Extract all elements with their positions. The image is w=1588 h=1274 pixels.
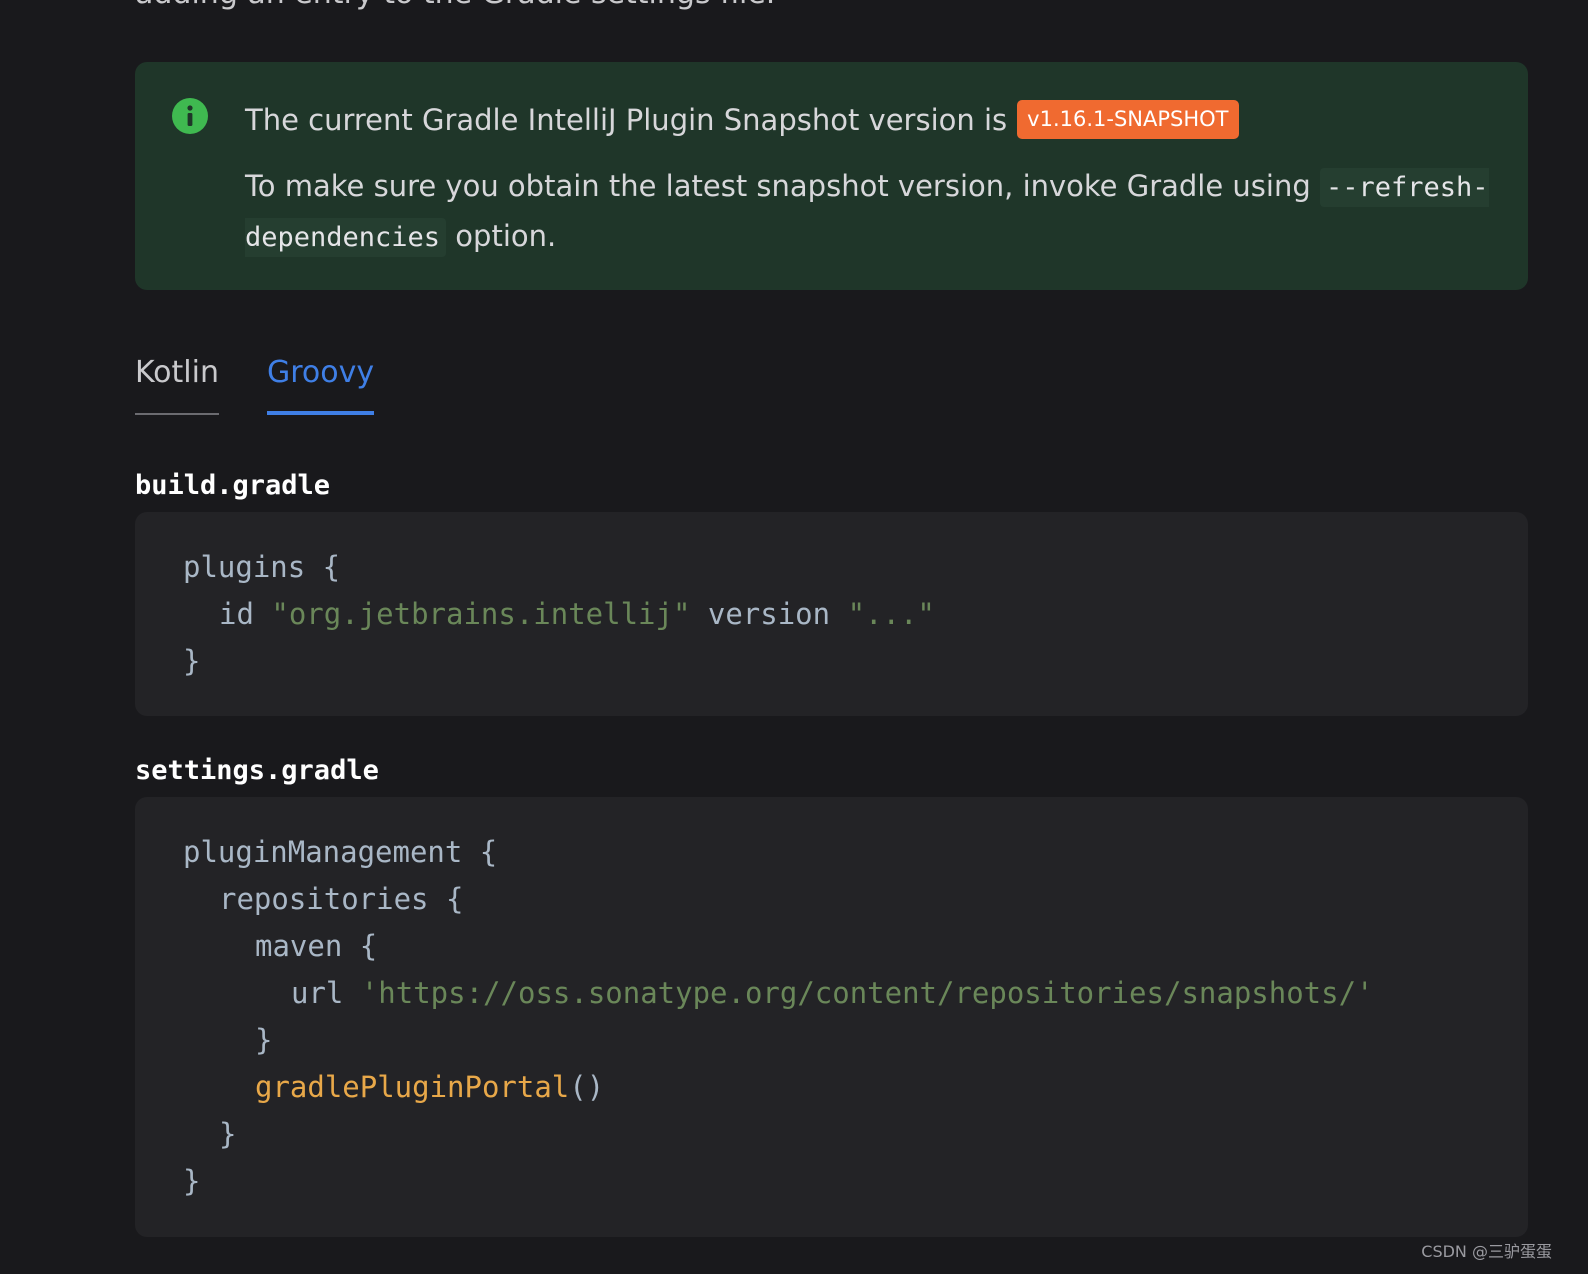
- note-version-text: The current Gradle IntelliJ Plugin Snaps…: [245, 102, 1008, 137]
- note-refresh-text-before: To make sure you obtain the latest snaps…: [245, 169, 1320, 203]
- code-string: "org.jetbrains.intellij": [271, 597, 691, 631]
- code-line: }: [183, 1164, 201, 1198]
- settings-code-block: pluginManagement { repositories { maven …: [135, 797, 1528, 1237]
- code-line: plugins {: [183, 550, 341, 584]
- code-line: maven {: [255, 929, 378, 963]
- intro-text-cutoff: adding an entry to the Gradle settings f…: [135, 0, 775, 11]
- code-function: gradlePluginPortal: [255, 1070, 570, 1104]
- build-file-title: build.gradle: [135, 470, 331, 501]
- info-note: The current Gradle IntelliJ Plugin Snaps…: [135, 62, 1528, 290]
- code-line: repositories {: [219, 882, 464, 916]
- language-tabs: Kotlin Groovy: [135, 355, 422, 417]
- code-string: "...": [847, 597, 935, 631]
- note-refresh-line: To make sure you obtain the latest snaps…: [245, 162, 1495, 262]
- build-code-block: plugins { id "org.jetbrains.intellij" ve…: [135, 512, 1528, 716]
- code-line: }: [219, 1117, 237, 1151]
- code-line: }: [255, 1023, 273, 1057]
- info-circle-icon: [172, 98, 208, 134]
- tab-groovy[interactable]: Groovy: [266, 355, 375, 415]
- settings-file-title: settings.gradle: [135, 755, 379, 786]
- tab-kotlin[interactable]: Kotlin: [135, 355, 219, 415]
- code-line: gradlePluginPortal(): [255, 1070, 605, 1104]
- note-version-line: The current Gradle IntelliJ Plugin Snaps…: [245, 100, 1239, 139]
- code-string: 'https://oss.sonatype.org/content/reposi…: [360, 976, 1374, 1010]
- version-badge: v1.16.1-SNAPSHOT: [1017, 100, 1239, 139]
- code-line: }: [183, 644, 201, 678]
- code-line: url 'https://oss.sonatype.org/content/re…: [291, 976, 1374, 1010]
- code-line: pluginManagement {: [183, 835, 498, 869]
- note-refresh-text-after: option.: [446, 219, 557, 253]
- code-line: id "org.jetbrains.intellij" version "...…: [219, 597, 935, 631]
- watermark: CSDN @三驴蛋蛋: [1421, 1242, 1552, 1261]
